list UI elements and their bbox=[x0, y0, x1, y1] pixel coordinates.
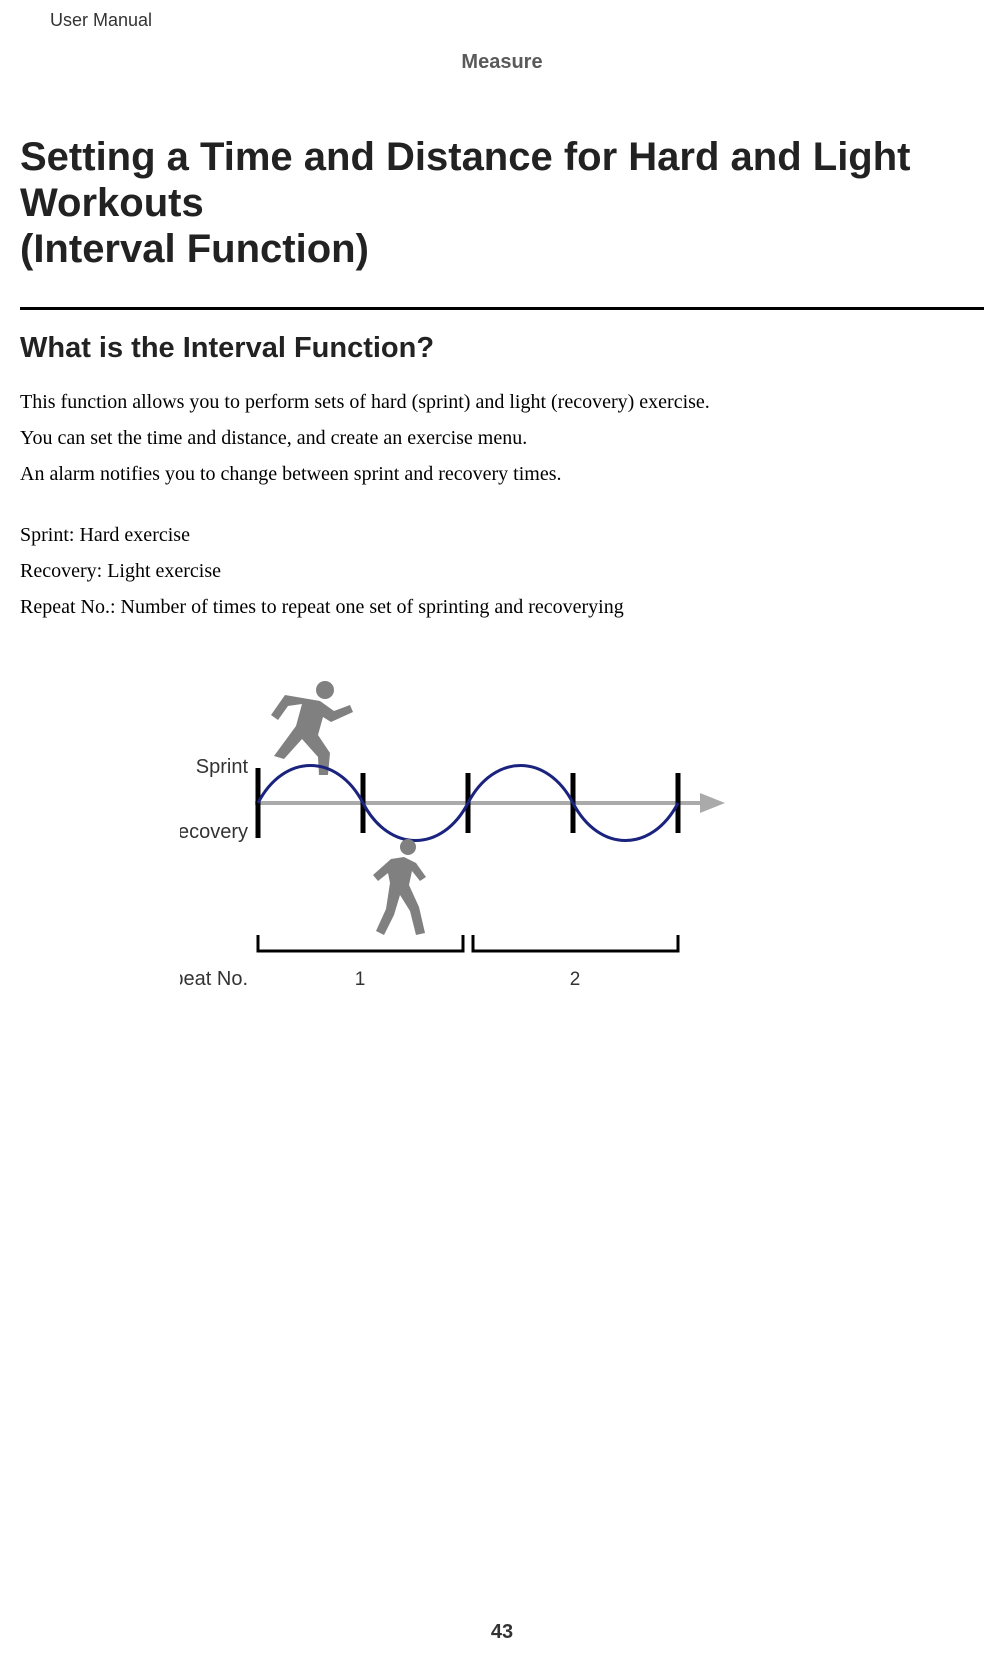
recovery-label: Recovery bbox=[180, 821, 248, 843]
doc-type-label: User Manual bbox=[50, 10, 984, 31]
section-label: Measure bbox=[20, 51, 984, 74]
divider bbox=[20, 307, 984, 310]
page-title: Setting a Time and Distance for Hard and… bbox=[20, 134, 984, 272]
body-paragraph: Sprint: Hard exercise bbox=[20, 520, 984, 551]
repeat-num-2: 2 bbox=[570, 969, 581, 990]
title-line-1: Setting a Time and Distance for Hard and… bbox=[20, 135, 911, 225]
title-line-2: (Interval Function) bbox=[20, 227, 369, 271]
repeat-no-label: Repeat No. bbox=[180, 968, 248, 990]
body-paragraph: Repeat No.: Number of times to repeat on… bbox=[20, 592, 984, 623]
repeat-num-1: 1 bbox=[355, 969, 366, 990]
body-paragraph: Recovery: Light exercise bbox=[20, 556, 984, 587]
body-paragraph: You can set the time and distance, and c… bbox=[20, 423, 984, 454]
body-paragraph: An alarm notifies you to change between … bbox=[20, 459, 984, 490]
interval-diagram: Sprint Recovery Repeat No. 1 2 bbox=[180, 673, 800, 1018]
sprint-label: Sprint bbox=[196, 756, 249, 778]
sub-heading: What is the Interval Function? bbox=[20, 332, 984, 365]
body-paragraph: This function allows you to perform sets… bbox=[20, 387, 984, 418]
page-number: 43 bbox=[0, 1621, 1004, 1644]
